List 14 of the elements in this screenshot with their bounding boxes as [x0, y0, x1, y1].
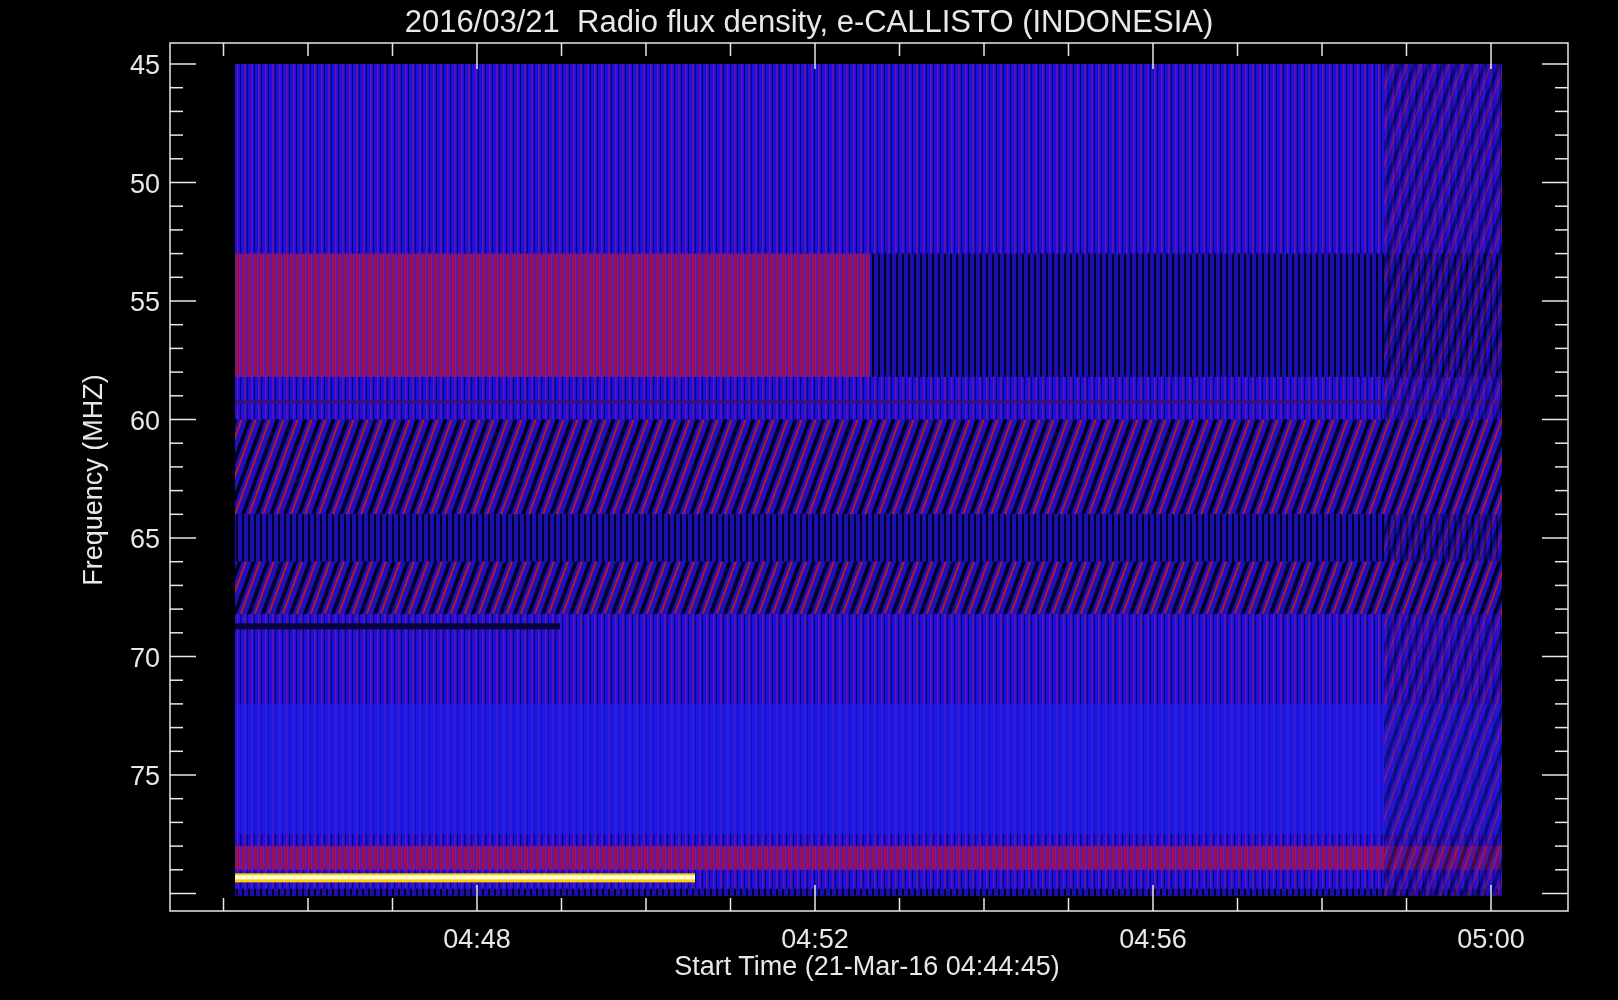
- axis-label: Frequency (MHZ): [78, 374, 108, 586]
- tick-label: 55: [129, 287, 160, 317]
- tick-label: 05:00: [1457, 924, 1525, 954]
- tick-label: 50: [129, 168, 160, 199]
- tick-label: 60: [129, 405, 160, 436]
- tick-label: 45: [129, 50, 160, 80]
- chart-title: 2016/03/21 Radio flux density, e-CALLISTO (INDONESIA): [404, 4, 1214, 39]
- tick-label: 70: [129, 642, 160, 673]
- axis-label: Start Time (21-Mar-16 04:44:45): [674, 951, 1060, 981]
- tick-label: 04:48: [443, 924, 511, 954]
- tick-label: 04:56: [1119, 924, 1187, 954]
- tick-label: 04:52: [781, 924, 849, 954]
- tick-label: 75: [129, 761, 160, 791]
- tick-label: 65: [129, 524, 160, 554]
